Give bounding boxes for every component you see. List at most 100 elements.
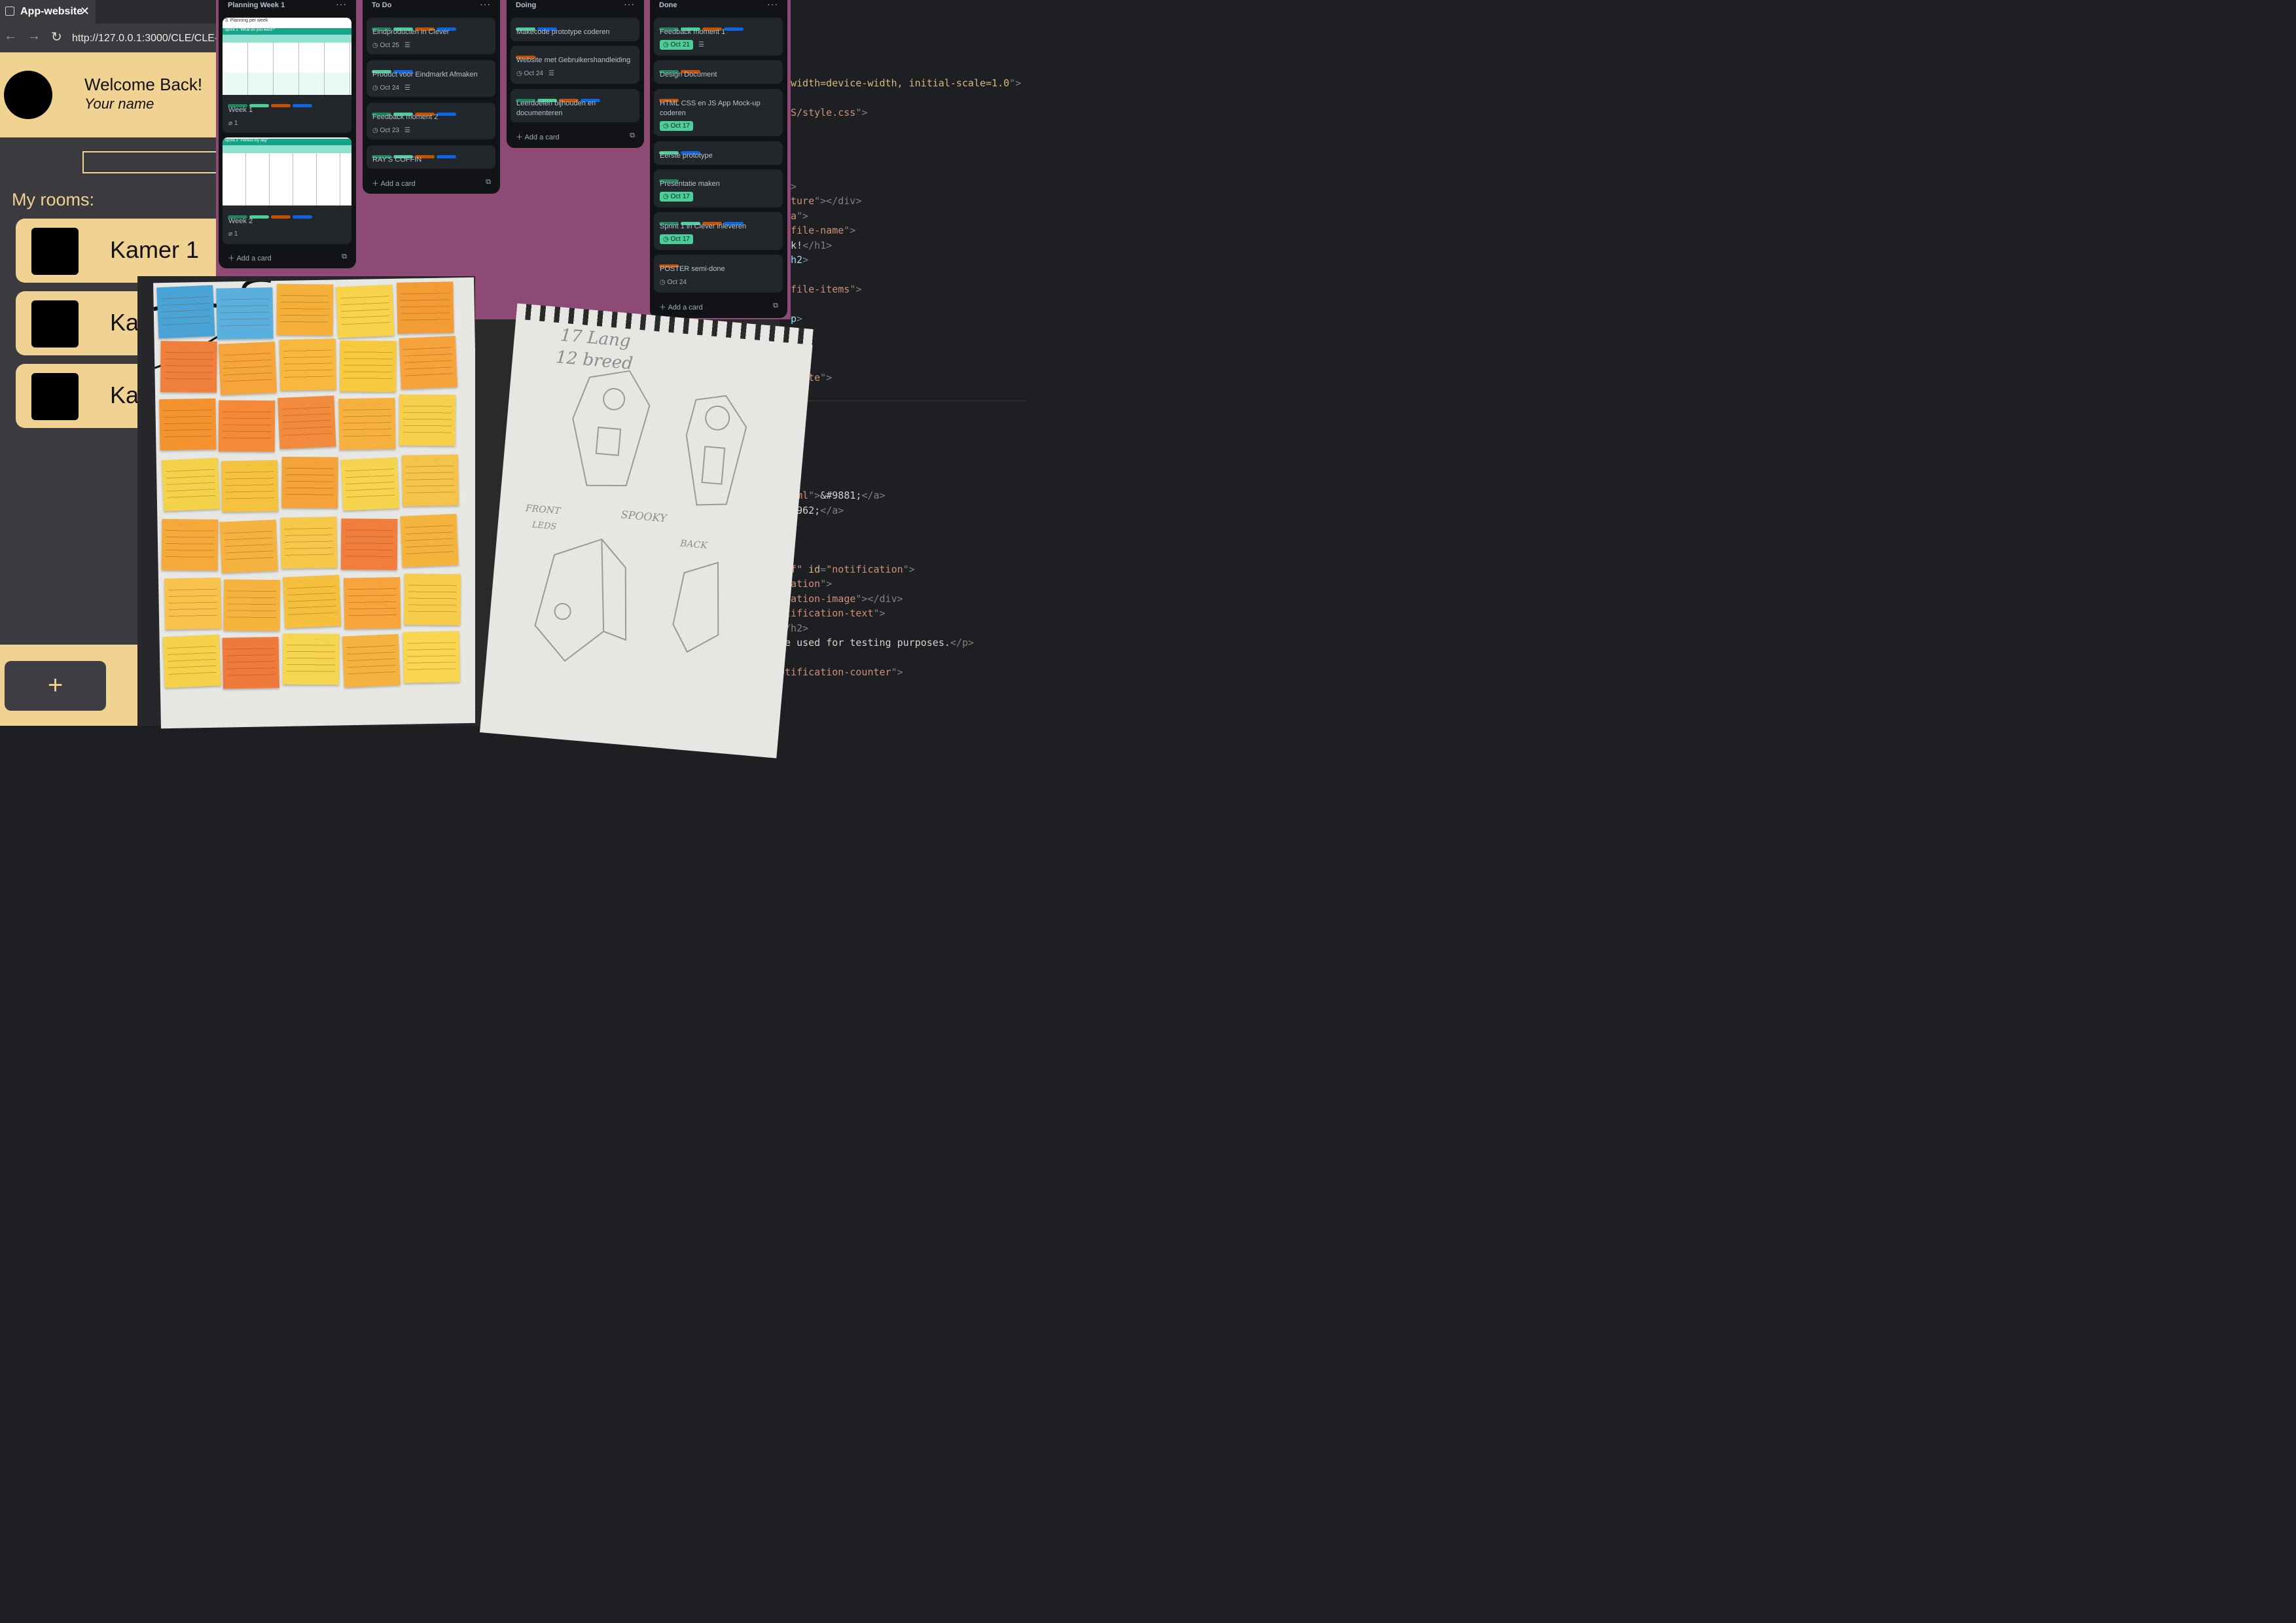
card-cover-image: Sprint 2 "Perfect my day" xyxy=(223,137,351,205)
card[interactable]: HTML CSS en JS App Mock-up coderen ◷ Oct… xyxy=(654,89,783,136)
card[interactable]: Makecode prototype coderen xyxy=(511,18,639,41)
code-line: ge used for testing purposes.</p> xyxy=(779,637,975,649)
room-thumbnail xyxy=(31,373,79,420)
list-done: Done ··· Feedback moment 1 ◷ Oct 21 ☰ Des… xyxy=(650,0,787,318)
room-card[interactable]: Kamer 1 xyxy=(16,219,216,283)
sticky-note xyxy=(216,287,274,340)
description-icon: ☰ xyxy=(698,41,704,48)
card-labels xyxy=(659,22,745,31)
paperclip-icon: ⌀ xyxy=(228,230,234,238)
list-title: Planning Week 1 xyxy=(228,1,285,9)
rooms-heading: My rooms: xyxy=(12,190,95,209)
clock-icon: ◷ xyxy=(663,122,671,130)
template-icon[interactable]: ⧉ xyxy=(630,132,635,140)
sticky-note xyxy=(162,634,221,688)
due-date: ◷ Oct 24 ☰ xyxy=(516,70,554,77)
card-title: Sprint 1 in Clever inleveren xyxy=(660,223,747,230)
card-labels xyxy=(372,65,415,73)
add-room-button[interactable]: + xyxy=(5,661,106,711)
card-title: POSTER semi-done xyxy=(660,265,725,273)
card[interactable]: POSTER semi-done ◷ Oct 24 xyxy=(654,255,783,293)
address-bar[interactable]: http://127.0.0.1:3000/CLE/CLE-1 J xyxy=(68,29,216,48)
more-icon[interactable]: ··· xyxy=(480,0,491,9)
add-card-button[interactable]: ＋ Add a card xyxy=(659,302,703,312)
page-icon xyxy=(5,7,14,16)
code-line: otification-counter"> xyxy=(779,666,903,678)
code-line: p> xyxy=(791,313,803,325)
username: Your name xyxy=(84,96,154,112)
code-line: ture"></div> xyxy=(791,195,862,207)
avatar[interactable] xyxy=(4,71,52,119)
search-input[interactable] xyxy=(82,151,216,173)
card[interactable]: Sprint 2 "Perfect my day" Week 2 ⌀ 1 xyxy=(223,137,351,244)
card[interactable]: Leerdoelen bijhouden en documenteren xyxy=(511,89,639,122)
cover-grid xyxy=(223,153,351,205)
add-card-button[interactable]: ＋ Add a card xyxy=(228,253,272,263)
back-icon[interactable]: ← xyxy=(4,29,17,44)
card[interactable]: Website met Gebruikershandleiding ◷ Oct … xyxy=(511,46,639,84)
sticky-note xyxy=(400,514,459,567)
browser-tab[interactable]: App-website ✕ xyxy=(0,0,96,24)
due-date: ◷ Oct 17 xyxy=(660,192,693,202)
add-card-button[interactable]: ＋ Add a card xyxy=(372,178,416,188)
list-title: Doing xyxy=(516,1,537,9)
close-icon[interactable]: ✕ xyxy=(80,5,90,18)
card[interactable]: Feedback moment 1 ◷ Oct 21 ☰ xyxy=(654,18,783,56)
card-title: Product voor Eindmarkt Afmaken xyxy=(372,71,478,79)
card[interactable]: Eerste prototype xyxy=(654,141,783,165)
template-icon[interactable]: ⧉ xyxy=(342,253,347,261)
card-labels xyxy=(516,22,559,31)
description-icon: ☰ xyxy=(404,84,410,92)
sticky-note xyxy=(401,454,459,507)
description-icon: ☰ xyxy=(404,127,410,134)
kanban-board: Planning Week 1 ··· 3. Planning per week… xyxy=(216,0,791,319)
card[interactable]: Feedback moment 2 ◷ Oct 23 ☰ xyxy=(367,103,495,139)
card[interactable]: Sprint 1 in Clever inleveren ◷ Oct 17 xyxy=(654,212,783,250)
code-line: off" id="notification"> xyxy=(779,563,915,575)
add-card-button[interactable]: ＋ Add a card xyxy=(516,132,560,142)
code-line: > xyxy=(791,181,797,192)
card[interactable]: Product voor Eindmarkt Afmaken ◷ Oct 24 ☰ xyxy=(367,60,495,97)
tab-title: App-website xyxy=(20,6,83,17)
card[interactable]: Presentatie maken ◷ Oct 17 xyxy=(654,169,783,207)
card-labels xyxy=(659,94,681,102)
template-icon[interactable]: ⧉ xyxy=(773,302,778,310)
due-date: ◷ Oct 17 xyxy=(660,121,693,131)
sticky-note xyxy=(160,341,217,393)
sticky-note xyxy=(338,397,396,450)
card[interactable]: Design Document xyxy=(654,60,783,84)
more-icon[interactable]: ··· xyxy=(336,0,347,9)
cover-days-row xyxy=(223,145,351,153)
reload-icon[interactable]: ↻ xyxy=(51,29,62,45)
more-icon[interactable]: ··· xyxy=(767,0,778,9)
forward-icon[interactable]: → xyxy=(27,29,41,44)
sticky-note xyxy=(399,336,457,389)
cover-heading: 3. Planning per week xyxy=(225,18,268,23)
tab-bar: App-website ✕ xyxy=(0,0,216,24)
card[interactable]: Eindproducten in Clever ◷ Oct 25 ☰ xyxy=(367,18,495,54)
more-icon[interactable]: ··· xyxy=(624,0,635,9)
sticky-note xyxy=(282,633,340,685)
card[interactable]: RAY'S COFFIN xyxy=(367,145,495,169)
sticky-note xyxy=(282,575,342,629)
paperclip-icon: ⌀ xyxy=(228,120,234,127)
card-labels xyxy=(372,22,458,31)
card-labels xyxy=(659,65,702,73)
welcome-heading: Welcome Back! xyxy=(84,75,203,94)
card-title: Makecode prototype coderen xyxy=(516,28,610,36)
code-line: otification-text"> xyxy=(779,607,886,619)
card-labels xyxy=(516,50,537,59)
card[interactable]: 3. Planning per week Sprint 1 "What do y… xyxy=(223,18,351,133)
card-labels xyxy=(659,146,702,154)
room-thumbnail xyxy=(31,228,79,275)
sticky-note xyxy=(342,633,401,688)
sticky-note xyxy=(340,457,400,511)
cover-grid-lower xyxy=(223,73,351,95)
room-label: Ka xyxy=(110,309,139,336)
sticky-note xyxy=(159,398,217,451)
card-cover-image: 3. Planning per week Sprint 1 "What do y… xyxy=(223,18,351,95)
card-title: Feedback moment 1 xyxy=(660,28,726,36)
cover-sprint-bar: Sprint 2 "Perfect my day" xyxy=(223,139,351,145)
attachment-count: ⌀ 1 xyxy=(228,230,238,238)
template-icon[interactable]: ⧉ xyxy=(486,178,491,187)
